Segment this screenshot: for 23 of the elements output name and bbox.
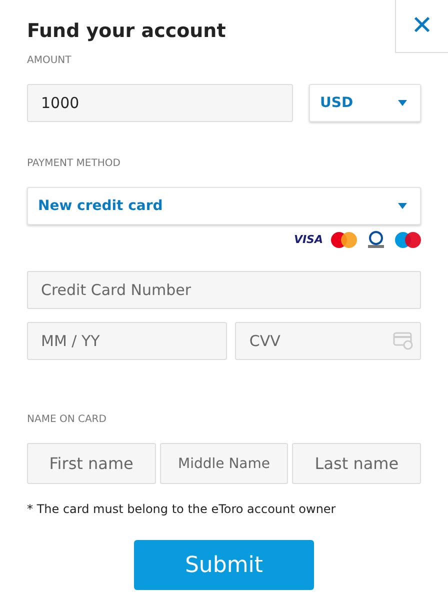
- currency-select[interactable]: USD: [309, 84, 421, 122]
- expiry-field[interactable]: MM / YY: [27, 322, 228, 360]
- visa-logo: VISA: [294, 232, 323, 248]
- name-field[interactable]: Last name: [292, 443, 422, 484]
- caret-icon: [398, 203, 407, 209]
- card-icon: [393, 332, 413, 350]
- close-button[interactable]: ✕: [395, 0, 448, 53]
- ring-card-icon: [365, 231, 387, 249]
- submit-button[interactable]: Submit: [134, 540, 314, 590]
- two-circles-card-icon: [395, 232, 421, 248]
- card-number-field[interactable]: Credit Card Number: [27, 271, 421, 309]
- two-circles-card-icon: [331, 232, 357, 248]
- name-field[interactable]: First name: [27, 443, 156, 484]
- ownership-note: * The card must belong to the eToro account owner: [27, 501, 337, 518]
- page-title: Fund your account: [27, 19, 227, 44]
- name-field[interactable]: Middle Name: [160, 443, 288, 484]
- amount-field[interactable]: 1000: [27, 84, 293, 122]
- caret-icon: [398, 100, 407, 106]
- payment-method-label: PAYMENT METHOD: [27, 157, 122, 171]
- cvv-field[interactable]: CVV: [235, 322, 421, 360]
- payment-method-select[interactable]: New credit card: [27, 187, 421, 225]
- name-on-card-label: NAME ON CARD: [27, 413, 108, 427]
- amount-label: AMOUNT: [27, 54, 72, 68]
